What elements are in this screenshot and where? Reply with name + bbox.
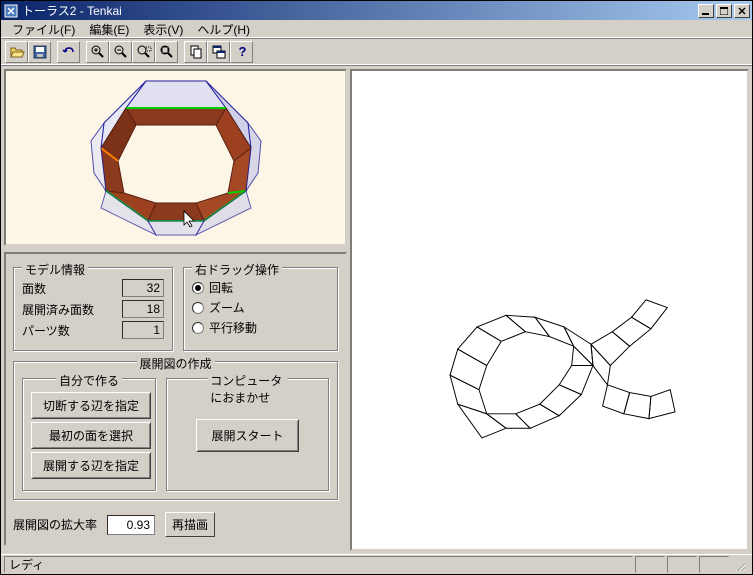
open-button[interactable]	[5, 41, 28, 63]
status-pane-3	[699, 556, 729, 573]
parts-value: 1	[122, 321, 164, 339]
scale-input[interactable]: 0.93	[107, 515, 155, 535]
close-button[interactable]	[734, 4, 750, 18]
redraw-button[interactable]: 再描画	[165, 512, 215, 537]
drag-ops-legend: 右ドラッグ操作	[192, 261, 282, 278]
status-text: レディ	[4, 556, 633, 573]
auto-make-group: コンピュータにおまかせ 展開スタート	[166, 378, 329, 491]
menu-file[interactable]: ファイル(F)	[5, 19, 82, 40]
drag-ops-group: 右ドラッグ操作 回転 ズーム 平行移動	[183, 267, 338, 351]
self-make-legend: 自分で作る	[56, 372, 122, 389]
menu-view[interactable]: 表示(V)	[136, 19, 190, 40]
self-make-group: 自分で作る 切断する辺を指定 最初の面を選択 展開する辺を指定	[22, 378, 156, 491]
radio-pan[interactable]	[192, 322, 204, 334]
radio-rotate[interactable]	[192, 282, 204, 294]
windows-button[interactable]	[207, 41, 230, 63]
status-pane-2	[667, 556, 697, 573]
model-info-group: モデル情報 面数 32 展開済み面数 18 パーツ数 1	[13, 267, 173, 351]
unfolded-label: 展開済み面数	[22, 301, 94, 318]
faces-value: 32	[122, 279, 164, 297]
status-pane-1	[635, 556, 665, 573]
unfold-create-legend: 展開図の作成	[136, 355, 214, 372]
statusbar: レディ	[1, 554, 752, 574]
preview-3d[interactable]	[4, 69, 347, 246]
window-title: トーラス2 - Tenkai	[22, 2, 696, 19]
scale-label: 展開図の拡大率	[13, 516, 97, 533]
unfolded-value: 18	[122, 300, 164, 318]
zoom-out-button[interactable]	[109, 41, 132, 63]
faces-label: 面数	[22, 280, 46, 297]
radio-pan-label[interactable]: 平行移動	[209, 319, 257, 336]
copy-button[interactable]	[184, 41, 207, 63]
first-face-button[interactable]: 最初の面を選択	[31, 422, 151, 449]
help-button[interactable]: ?	[230, 41, 253, 63]
unfold-view[interactable]	[350, 69, 749, 551]
maximize-button[interactable]	[716, 4, 732, 18]
titlebar: トーラス2 - Tenkai	[1, 1, 752, 20]
unfold-edge-button[interactable]: 展開する辺を指定	[31, 452, 151, 479]
zoom-fit-button[interactable]	[155, 41, 178, 63]
svg-text:?: ?	[238, 44, 246, 59]
menu-help[interactable]: ヘルプ(H)	[190, 19, 257, 40]
menubar: ファイル(F) 編集(E) 表示(V) ヘルプ(H)	[1, 20, 752, 39]
radio-rotate-label[interactable]: 回転	[209, 279, 233, 296]
menu-edit[interactable]: 編集(E)	[82, 19, 136, 40]
zoom-in-button[interactable]	[86, 41, 109, 63]
minimize-button[interactable]	[698, 4, 714, 18]
undo-button[interactable]	[57, 41, 80, 63]
auto-make-legend: コンピュータにおまかせ	[207, 372, 288, 406]
cut-edge-button[interactable]: 切断する辺を指定	[31, 392, 151, 419]
zoom-region-button[interactable]	[132, 41, 155, 63]
toolbar: ?	[1, 39, 752, 66]
parts-label: パーツ数	[22, 322, 70, 339]
start-unfold-button[interactable]: 展開スタート	[196, 419, 298, 452]
save-button[interactable]	[28, 41, 51, 63]
model-info-legend: モデル情報	[22, 261, 88, 278]
control-panel: モデル情報 面数 32 展開済み面数 18 パーツ数 1	[4, 252, 347, 546]
unfold-create-group: 展開図の作成 自分で作る 切断する辺を指定 最初の面を選択 展開する辺を指定 コ…	[13, 361, 338, 500]
resize-grip[interactable]	[731, 556, 749, 573]
radio-zoom[interactable]	[192, 302, 204, 314]
app-icon	[3, 3, 19, 19]
radio-zoom-label[interactable]: ズーム	[209, 299, 245, 316]
